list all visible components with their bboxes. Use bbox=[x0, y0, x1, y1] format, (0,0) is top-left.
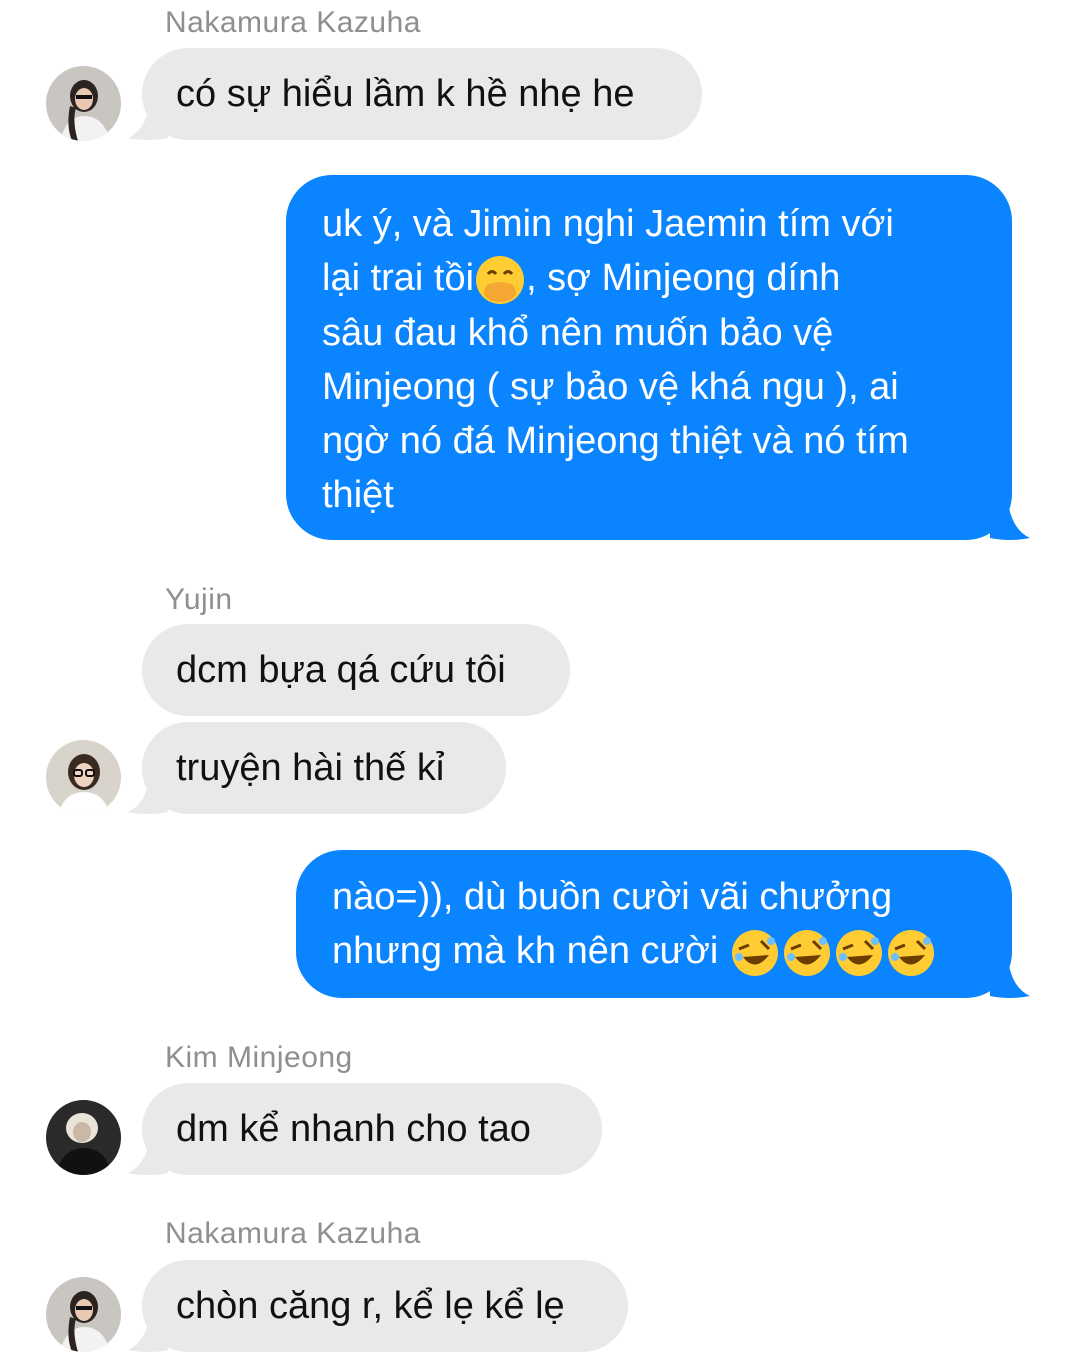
message-bubble-incoming[interactable]: dm kể nhanh cho tao bbox=[142, 1083, 602, 1175]
message-line: sâu đau khổ nên muốn bảo vệ bbox=[322, 311, 834, 354]
avatar[interactable] bbox=[46, 66, 121, 141]
message-line: nhưng mà kh nên cười bbox=[332, 924, 976, 979]
sender-name: Kim Minjeong bbox=[165, 1041, 353, 1074]
message-line: ngờ nó đá Minjeong thiệt và nó tím bbox=[322, 419, 909, 462]
bubble-tail bbox=[990, 960, 1030, 998]
bubble-tail bbox=[128, 102, 168, 140]
sender-name: Nakamura Kazuha bbox=[165, 1217, 421, 1250]
rolling-laughing-icon bbox=[731, 929, 778, 976]
rolling-laughing-icon bbox=[887, 929, 934, 976]
bubble-tail bbox=[128, 1137, 168, 1175]
bubble-tail bbox=[128, 776, 168, 814]
message-line: thiệt bbox=[322, 473, 394, 516]
bubble-tail bbox=[990, 502, 1030, 540]
rolling-laughing-icon bbox=[783, 929, 830, 976]
message-line: nào=)), dù buồn cười vãi chưởng bbox=[332, 876, 893, 918]
face-hand-over-mouth-icon bbox=[476, 255, 525, 304]
message-line: lại trai tồi, sợ Minjeong dính bbox=[322, 251, 976, 306]
avatar[interactable] bbox=[46, 1100, 121, 1175]
sender-name: Yujin bbox=[165, 583, 233, 616]
avatar[interactable] bbox=[46, 1277, 121, 1352]
message-bubble-outgoing[interactable]: nào=)), dù buồn cười vãi chưởng nhưng mà… bbox=[296, 850, 1012, 998]
message-bubble-outgoing[interactable]: uk ý, và Jimin nghi Jaemin tím với lại t… bbox=[286, 175, 1012, 540]
avatar[interactable] bbox=[46, 740, 121, 815]
message-bubble-incoming[interactable]: có sự hiểu lầm k hề nhẹ he bbox=[142, 48, 702, 140]
rolling-laughing-icon bbox=[835, 929, 882, 976]
message-bubble-incoming[interactable]: dcm bựa qá cứu tôi bbox=[142, 624, 570, 716]
sender-name: Nakamura Kazuha bbox=[165, 6, 421, 39]
message-line: Minjeong ( sự bảo vệ khá ngu ), ai bbox=[322, 365, 899, 408]
message-line: uk ý, và Jimin nghi Jaemin tím với bbox=[322, 203, 894, 245]
message-bubble-incoming[interactable]: truyện hài thế kỉ bbox=[142, 722, 506, 814]
message-bubble-incoming[interactable]: chòn căng r, kể lẹ kể lẹ bbox=[142, 1260, 628, 1352]
bubble-tail bbox=[128, 1314, 168, 1352]
